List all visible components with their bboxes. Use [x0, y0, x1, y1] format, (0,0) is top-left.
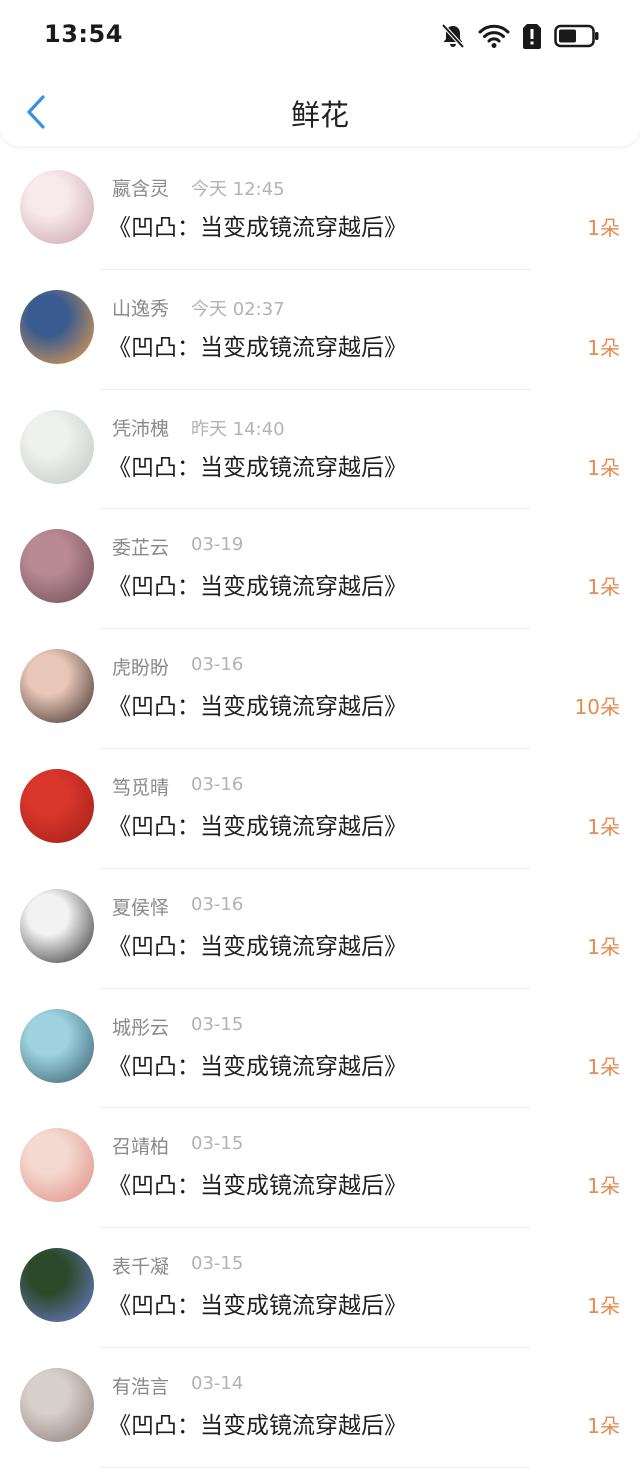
timestamp: 今天 02:37: [191, 298, 285, 320]
status-icons: [440, 20, 600, 52]
list-item[interactable]: 虎盼盼 03-16 《凹凸：当变成镜流穿越后》 10朵: [0, 629, 640, 749]
flower-count: 1朵: [587, 575, 620, 600]
list-item[interactable]: 委芷云 03-19 《凹凸：当变成镜流穿越后》 1朵: [0, 509, 640, 630]
list-item[interactable]: 凭沛槐 昨天 14:40 《凹凸：当变成镜流穿越后》 1朵: [0, 390, 640, 510]
list-item[interactable]: 夏侯怿 03-16 《凹凸：当变成镜流穿越后》 1朵: [0, 869, 640, 989]
avatar[interactable]: [20, 888, 94, 963]
status-bar: 13:54: [0, 0, 640, 72]
sim-alert-icon: [523, 24, 541, 49]
list-item[interactable]: 山逸秀 今天 02:37 《凹凸：当变成镜流穿越后》 1朵: [0, 270, 640, 390]
book-title: 《凹凸：当变成镜流穿越后》: [108, 215, 407, 241]
user-name[interactable]: 笃觅晴: [112, 773, 169, 800]
timestamp: 今天 12:45: [191, 179, 285, 200]
list-item[interactable]: 城彤云 03-15 《凹凸：当变成镜流穿越后》 1朵: [0, 989, 640, 1109]
timestamp: 03-16: [191, 893, 244, 915]
timestamp: 03-15: [191, 1253, 244, 1275]
book-title: 《凹凸：当变成镜流穿越后》: [108, 1053, 407, 1080]
book-title: 《凹凸：当变成镜流穿越后》: [108, 813, 407, 840]
user-name[interactable]: 夏侯怿: [112, 893, 169, 920]
timestamp: 03-14: [191, 1372, 244, 1394]
avatar[interactable]: [20, 1367, 94, 1442]
flower-count: 1朵: [587, 1054, 620, 1079]
user-name[interactable]: 凭沛槐: [112, 414, 169, 441]
timestamp: 03-19: [191, 534, 244, 556]
user-name[interactable]: 委芷云: [112, 533, 169, 560]
flower-count: 1朵: [587, 335, 620, 360]
timestamp: 03-15: [191, 1013, 244, 1035]
flower-record-list: 嬴含灵 今天 12:45 《凹凸：当变成镜流穿越后》 1朵 山逸秀 今天 02:37 《凹凸…: [0, 150, 640, 1468]
user-name[interactable]: 山逸秀: [112, 294, 169, 321]
book-title: 《凹凸：当变成镜流穿越后》: [108, 1173, 407, 1200]
list-item[interactable]: 表千凝 03-15 《凹凸：当变成镜流穿越后》 1朵: [0, 1228, 640, 1348]
user-name[interactable]: 虎盼盼: [112, 653, 169, 680]
user-name[interactable]: 有浩言: [112, 1372, 169, 1399]
flower-count: 1朵: [587, 934, 620, 959]
book-title: 《凹凸：当变成镜流穿越后》: [108, 454, 407, 481]
timestamp: 昨天 14:40: [191, 418, 285, 440]
book-title: 《凹凸：当变成镜流穿越后》: [108, 1293, 407, 1320]
timestamp: 03-16: [191, 654, 244, 676]
flower-count: 1朵: [587, 1174, 620, 1199]
timestamp: 03-15: [191, 1133, 244, 1155]
book-title: 《凹凸：当变成镜流穿越后》: [108, 574, 407, 601]
book-title: 《凹凸：当变成镜流穿越后》: [108, 1412, 407, 1439]
flower-count: 1朵: [587, 216, 620, 240]
bell-muted-icon: [441, 23, 465, 49]
flower-count: 10朵: [574, 695, 620, 720]
book-title: 《凹凸：当变成镜流穿越后》: [108, 334, 407, 361]
flower-count: 1朵: [587, 814, 620, 839]
avatar[interactable]: [20, 170, 94, 244]
list-item[interactable]: 召靖柏 03-15 《凹凸：当变成镜流穿越后》 1朵: [0, 1108, 640, 1229]
avatar[interactable]: [20, 409, 94, 484]
page-title: 鲜花: [290, 98, 349, 132]
book-title: 《凹凸：当变成镜流穿越后》: [108, 694, 407, 721]
nav-bar: 鲜花: [0, 80, 640, 142]
flower-count: 1朵: [587, 455, 620, 480]
status-time: 13:54: [44, 20, 123, 48]
avatar[interactable]: [20, 529, 94, 604]
wifi-icon: [478, 24, 510, 48]
user-name[interactable]: 嬴含灵: [112, 174, 169, 201]
timestamp: 03-16: [191, 773, 244, 795]
avatar[interactable]: [20, 1008, 94, 1083]
avatar[interactable]: [20, 649, 94, 724]
avatar[interactable]: [20, 1128, 94, 1203]
battery-icon: [554, 24, 599, 48]
list-item[interactable]: 嬴含灵 今天 12:45 《凹凸：当变成镜流穿越后》 1朵: [0, 150, 640, 270]
avatar[interactable]: [20, 768, 94, 843]
app-header: 13:54 鲜花: [0, 0, 640, 146]
list-item[interactable]: 有浩言 03-14 《凹凸：当变成镜流穿越后》 1朵: [0, 1348, 640, 1468]
avatar[interactable]: [20, 289, 94, 364]
user-name[interactable]: 召靖柏: [112, 1132, 169, 1159]
user-name[interactable]: 城彤云: [112, 1013, 169, 1040]
user-name[interactable]: 表千凝: [112, 1252, 169, 1279]
flower-count: 1朵: [587, 1294, 620, 1319]
list-item[interactable]: 笃觅晴 03-16 《凹凸：当变成镜流穿越后》 1朵: [0, 749, 640, 869]
book-title: 《凹凸：当变成镜流穿越后》: [108, 933, 407, 960]
flower-count: 1朵: [587, 1413, 620, 1438]
avatar[interactable]: [20, 1248, 94, 1323]
